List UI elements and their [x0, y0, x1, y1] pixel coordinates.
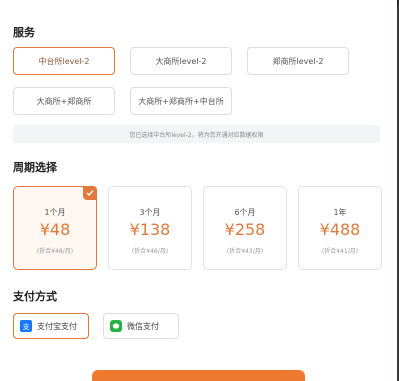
plan-card-1-month[interactable]: 1个月 ¥48 (折合¥48/月) [13, 186, 97, 270]
plan-card-3-months[interactable]: 3个月 ¥138 (折合¥46/月) [108, 186, 192, 270]
plan-monthly-rate: (折合¥46/月) [131, 248, 169, 255]
svg-text:支: 支 [23, 322, 30, 330]
plan-price: ¥138 [129, 220, 171, 239]
payment-option-alipay[interactable]: 支 支付宝支付 [13, 313, 89, 339]
plan-price: ¥488 [319, 220, 361, 239]
service-option-zhengzhou[interactable]: 郑商所level-2 [247, 47, 349, 75]
subscription-panel: 服务 中台所level-2 大商所level-2 郑商所level-2 大商所+… [0, 0, 397, 381]
service-notice: 您已选择中台所level-2，将为您开通对应数据权限 [13, 125, 380, 143]
service-option-dalian-zhengzhou[interactable]: 大商所+郑商所 [13, 87, 115, 115]
plan-duration: 6个月 [234, 208, 256, 217]
payment-label: 微信支付 [127, 321, 159, 331]
alipay-icon: 支 [20, 320, 32, 332]
plan-monthly-rate: (折合¥43/月) [226, 248, 264, 255]
wechat-icon [110, 320, 122, 332]
plan-price: ¥258 [224, 220, 266, 239]
plan-duration: 1个月 [44, 208, 66, 217]
selected-check-icon [83, 186, 97, 200]
plan-card-1-year[interactable]: 1年 ¥488 (折合¥41/月) [298, 186, 382, 270]
service-option-zhongtai[interactable]: 中台所level-2 [13, 47, 115, 75]
period-title: 周期选择 [13, 161, 57, 174]
service-option-dalian[interactable]: 大商所level-2 [130, 47, 232, 75]
plan-monthly-rate: (折合¥41/月) [321, 248, 359, 255]
service-option-bundle-all[interactable]: 大商所+郑商所+中台所 [130, 87, 232, 115]
plan-price: ¥48 [39, 220, 71, 239]
payment-option-wechat[interactable]: 微信支付 [103, 313, 179, 339]
plan-card-6-months[interactable]: 6个月 ¥258 (折合¥43/月) [203, 186, 287, 270]
plan-monthly-rate: (折合¥48/月) [36, 248, 74, 255]
plan-duration: 3个月 [139, 208, 161, 217]
services-title: 服务 [13, 26, 35, 39]
payment-label: 支付宝支付 [37, 321, 77, 331]
plan-duration: 1年 [333, 208, 347, 217]
pay-submit-button[interactable] [92, 370, 305, 381]
payment-title: 支付方式 [13, 290, 57, 303]
